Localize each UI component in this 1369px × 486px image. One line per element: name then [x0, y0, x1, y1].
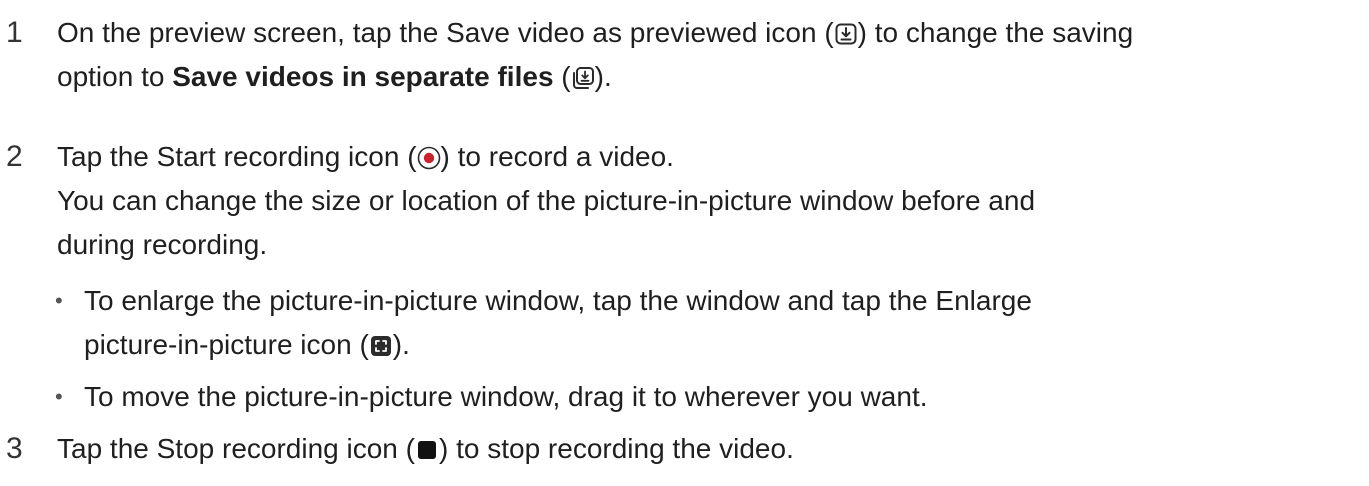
save-separate-files-icon — [571, 66, 595, 90]
step-text-line: Tap the Start recording icon () to recor… — [57, 141, 674, 172]
bullet-icon: • — [55, 384, 63, 409]
bullet-text: To move the picture-in-picture window, d… — [84, 381, 928, 412]
step-body: Tap the Start recording icon () to recor… — [55, 135, 1357, 419]
note-text: You can change the size or location of t… — [57, 185, 1036, 216]
save-as-previewed-icon — [834, 22, 858, 46]
step-number: 1 — [6, 16, 23, 49]
bullet-list: • To enlarge the picture-in-picture wind… — [55, 279, 1357, 419]
step-text-line: option to Save videos in separate files … — [57, 61, 612, 92]
setting-name: Save videos in separate files — [172, 61, 554, 92]
bullet-text: To enlarge the picture-in-picture window… — [84, 285, 1032, 360]
step-number: 2 — [6, 140, 23, 173]
step-body: Tap the Stop recording icon () to stop r… — [57, 427, 1357, 471]
step-body: On the preview screen, tap the Save vide… — [57, 11, 1357, 99]
step-text-line: Tap the Stop recording icon () to stop r… — [57, 433, 794, 464]
note-text: during recording. — [57, 229, 268, 260]
bullet-icon: • — [55, 288, 63, 313]
step-text-line: On the preview screen, tap the Save vide… — [57, 17, 1134, 48]
stop-recording-icon — [415, 438, 439, 462]
start-recording-icon — [417, 146, 441, 170]
enlarge-pip-icon — [369, 334, 393, 358]
instruction-document: 1 On the preview screen, tap the Save vi… — [0, 0, 1369, 486]
list-item: • To enlarge the picture-in-picture wind… — [55, 279, 1357, 367]
step-number: 3 — [6, 432, 23, 465]
list-item: • To move the picture-in-picture window,… — [55, 375, 1357, 419]
